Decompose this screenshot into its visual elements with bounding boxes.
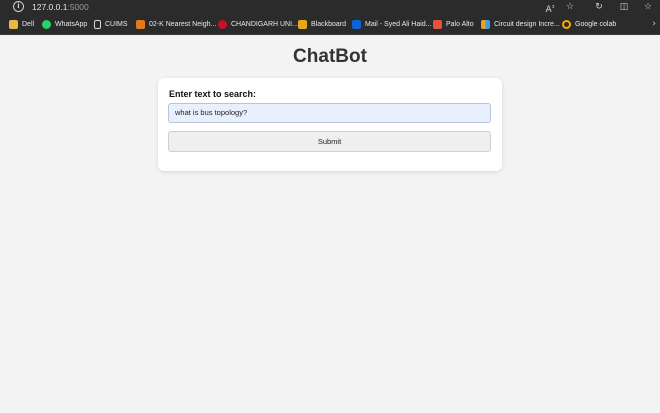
colab-icon: [562, 20, 571, 29]
bookmark-label: WhatsApp: [55, 21, 88, 28]
palo-alto-icon: [433, 20, 442, 29]
document-icon: [94, 20, 101, 29]
info-icon[interactable]: i: [13, 1, 24, 12]
bookmark-dell[interactable]: Dell: [9, 18, 34, 31]
favorite-icon[interactable]: ☆: [565, 1, 575, 13]
search-card: Enter text to search: what is bus topolo…: [158, 78, 502, 171]
grid-icon: [481, 20, 490, 29]
bookmark-knn[interactable]: 02-K Nearest Neigh...: [136, 18, 216, 31]
chevron-right-icon[interactable]: ›: [652, 18, 656, 31]
bookmark-label: Mail - Syed Ali Haid...: [365, 21, 432, 28]
outlook-icon: [352, 20, 361, 29]
blackboard-icon: [298, 20, 307, 29]
bookmark-google-colab[interactable]: Google colab: [562, 18, 616, 31]
page-title: ChatBot: [293, 46, 367, 67]
bookmark-label: Palo Alto: [446, 21, 474, 28]
bookmark-label: Circuit design Incre...: [494, 21, 560, 28]
bookmark-label: CHANDIGARH UNI...: [231, 21, 298, 28]
bookmark-label: Dell: [22, 21, 35, 28]
bookmark-label: Blackboard: [311, 21, 347, 28]
bookmark-circuit-design[interactable]: Circuit design Incre...: [481, 18, 560, 31]
notebook-icon: [136, 20, 145, 29]
extensions-icon[interactable]: ↻: [594, 1, 604, 13]
bookmark-blackboard[interactable]: Blackboard: [298, 18, 346, 31]
folder-icon: [9, 20, 18, 29]
search-input[interactable]: what is bus topology?: [168, 103, 491, 123]
read-aloud-icon[interactable]: Aↄ: [545, 1, 555, 15]
url-field[interactable]: 127.0.0.1:5000: [32, 1, 89, 13]
bookmark-label: Google colab: [575, 21, 617, 28]
split-screen-icon[interactable]: ◫: [619, 1, 629, 13]
bookmark-label: CUIMS: [105, 21, 128, 28]
bookmark-cuims[interactable]: CUIMS: [94, 18, 128, 31]
university-icon: [218, 20, 227, 29]
favorites-icon[interactable]: ☆: [643, 1, 653, 13]
url-port: :5000: [67, 2, 89, 12]
bookmark-whatsapp[interactable]: WhatsApp: [42, 18, 87, 31]
search-label: Enter text to search:: [169, 89, 257, 99]
bookmark-palo-alto[interactable]: Palo Alto: [433, 18, 474, 31]
address-bar: i 127.0.0.1:5000 Aↄ ☆ ↻ ◫ ☆: [0, 0, 660, 15]
bookmark-label: 02-K Nearest Neigh...: [149, 21, 217, 28]
url-host: 127.0.0.1: [32, 2, 68, 12]
bookmark-chandigarh-uni[interactable]: CHANDIGARH UNI...: [218, 18, 298, 31]
submit-button[interactable]: Submit: [168, 131, 491, 152]
bookmarks-bar: Dell WhatsApp CUIMS 02-K Nearest Neigh..…: [0, 14, 660, 35]
bookmark-mail[interactable]: Mail - Syed Ali Haid...: [352, 18, 432, 31]
whatsapp-icon: [42, 20, 51, 29]
